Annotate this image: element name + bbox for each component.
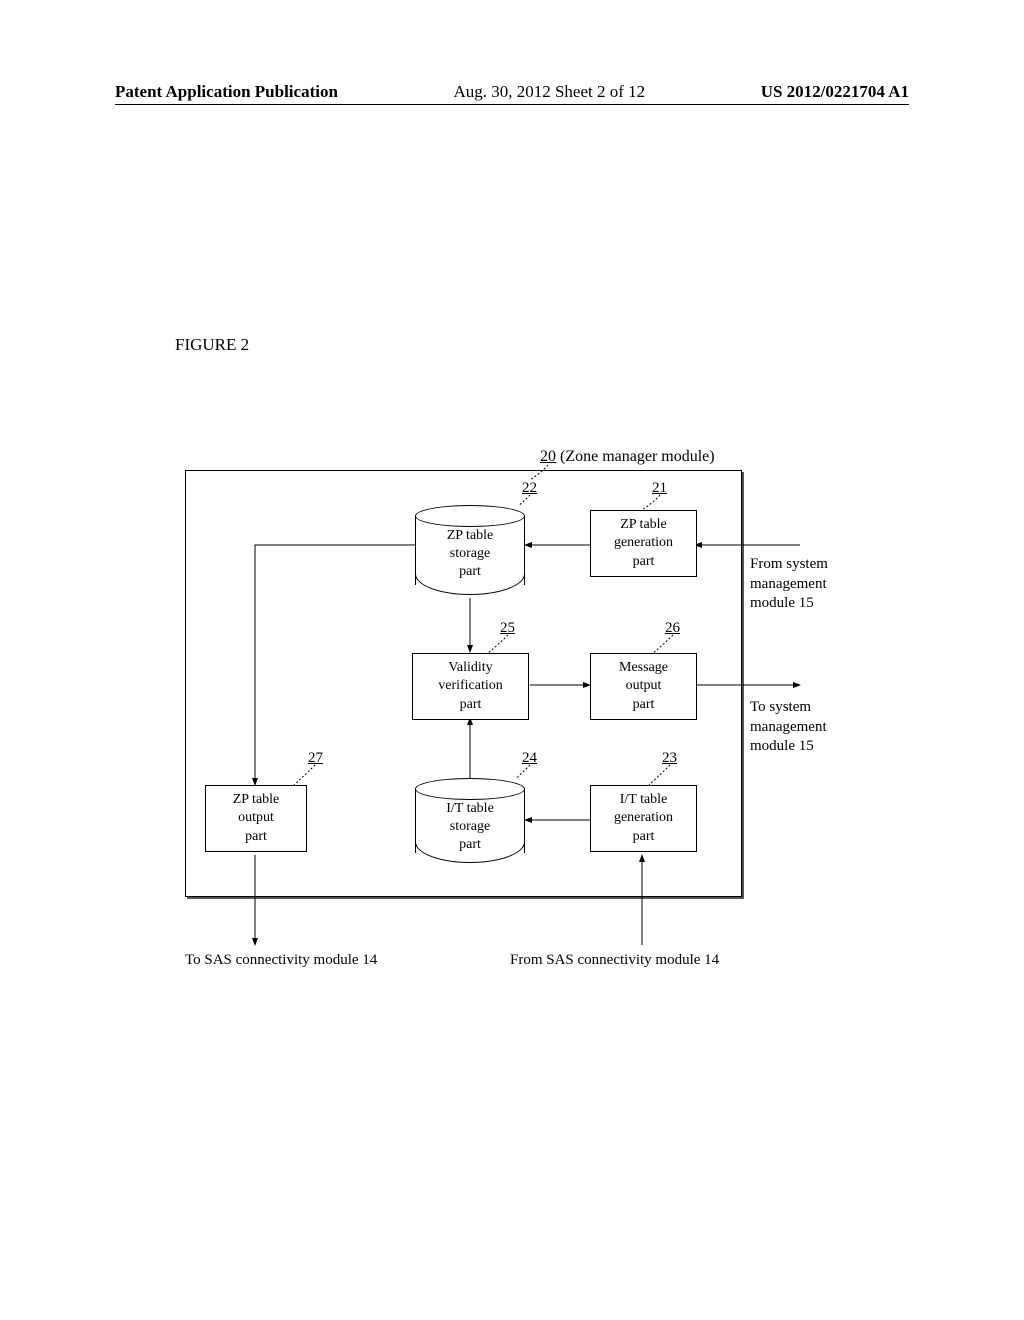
b27-l3: part	[206, 828, 306, 846]
zp-table-generation-part: ZP table generation part	[590, 510, 697, 577]
b26-l3: part	[591, 696, 696, 714]
header-left: Patent Application Publication	[115, 82, 338, 102]
zp-table-storage-part: ZP table storage part	[415, 505, 525, 595]
ref-21: 21	[652, 480, 667, 497]
to-sys-l1: To system	[750, 698, 827, 718]
b24-label: I/T table storage part	[415, 800, 525, 855]
ref-23: 23	[662, 750, 677, 767]
header-right: US 2012/0221704 A1	[761, 82, 909, 102]
module-title: 20 (Zone manager module)	[540, 448, 715, 466]
b22-l2: storage	[415, 545, 525, 563]
from-sys-l1: From system	[750, 555, 828, 575]
b25-l1: Validity	[413, 659, 528, 677]
b21-l2: generation	[591, 534, 696, 552]
figure-label: FIGURE 2	[175, 335, 249, 355]
b21-l1: ZP table	[591, 516, 696, 534]
ref-24: 24	[522, 750, 537, 767]
from-system-label: From system management module 15	[750, 555, 828, 614]
b27-l2: output	[206, 809, 306, 827]
module-ref: 20	[540, 448, 556, 465]
diagram: 20 (Zone manager module)	[160, 440, 880, 980]
b23-l2: generation	[591, 809, 696, 827]
b22-l3: part	[415, 563, 525, 581]
b26-l1: Message	[591, 659, 696, 677]
b22-l1: ZP table	[415, 527, 525, 545]
b24-l2: storage	[415, 818, 525, 836]
b26-l2: output	[591, 677, 696, 695]
zp-table-output-part: ZP table output part	[205, 785, 307, 852]
it-table-generation-part: I/T table generation part	[590, 785, 697, 852]
from-sys-l2: management	[750, 575, 828, 595]
it-table-storage-part: I/T table storage part	[415, 778, 525, 863]
header-center: Aug. 30, 2012 Sheet 2 of 12	[453, 82, 645, 102]
ref-22: 22	[522, 480, 537, 497]
to-sas-label: To SAS connectivity module 14	[185, 952, 377, 969]
message-output-part: Message output part	[590, 653, 697, 720]
to-sys-l2: management	[750, 718, 827, 738]
validity-verification-part: Validity verification part	[412, 653, 529, 720]
b22-label: ZP table storage part	[415, 527, 525, 582]
b24-l3: part	[415, 836, 525, 854]
b21-l3: part	[591, 553, 696, 571]
to-system-label: To system management module 15	[750, 698, 827, 757]
b25-l2: verification	[413, 677, 528, 695]
b25-l3: part	[413, 696, 528, 714]
b23-l3: part	[591, 828, 696, 846]
from-sys-l3: module 15	[750, 594, 828, 614]
b23-l1: I/T table	[591, 791, 696, 809]
from-sas-label: From SAS connectivity module 14	[510, 952, 719, 969]
to-sys-l3: module 15	[750, 737, 827, 757]
ref-27: 27	[308, 750, 323, 767]
b24-l1: I/T table	[415, 800, 525, 818]
module-name: (Zone manager module)	[560, 448, 715, 465]
ref-26: 26	[665, 620, 680, 637]
ref-25: 25	[500, 620, 515, 637]
b27-l1: ZP table	[206, 791, 306, 809]
page-header: Patent Application Publication Aug. 30, …	[115, 82, 909, 105]
